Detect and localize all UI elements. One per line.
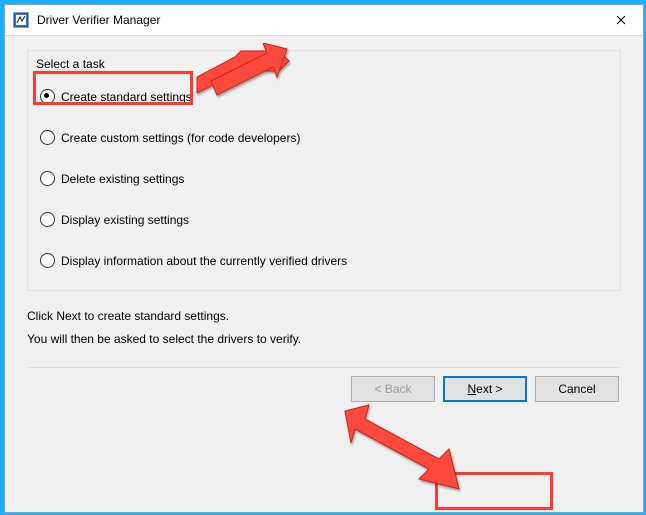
radio-label: Create custom settings (for code develop… [61, 131, 300, 145]
verifier-app-icon [13, 12, 29, 28]
info-text: Click Next to create standard settings. … [27, 305, 621, 351]
radio-label: Create standard settings [61, 90, 192, 104]
group-label: Select a task [34, 57, 107, 71]
cancel-label: Cancel [558, 382, 595, 396]
radio-label: Display information about the currently … [61, 254, 347, 268]
info-line1: Click Next to create standard settings. [27, 305, 621, 328]
button-row: < Back Next > Cancel [27, 376, 621, 402]
radio-label: Delete existing settings [61, 172, 184, 186]
dialog-body: Select a task Create standard settings C… [5, 36, 643, 512]
radio-display-info[interactable]: Display information about the currently … [40, 253, 614, 268]
task-group: Select a task Create standard settings C… [27, 50, 621, 291]
radio-icon [40, 171, 55, 186]
radio-delete-existing[interactable]: Delete existing settings [40, 171, 614, 186]
radio-icon [40, 212, 55, 227]
next-button[interactable]: Next > [443, 376, 527, 402]
radio-create-standard[interactable]: Create standard settings [40, 89, 614, 104]
close-icon [616, 15, 626, 25]
window-title: Driver Verifier Manager [37, 13, 599, 27]
radio-icon [40, 130, 55, 145]
back-button: < Back [351, 376, 435, 402]
separator [27, 367, 621, 368]
title-bar: Driver Verifier Manager [5, 5, 643, 36]
radio-create-custom[interactable]: Create custom settings (for code develop… [40, 130, 614, 145]
next-label: Next > [467, 382, 502, 396]
radio-icon [40, 89, 55, 104]
radio-display-existing[interactable]: Display existing settings [40, 212, 614, 227]
radio-icon [40, 253, 55, 268]
dialog-window: Driver Verifier Manager Select a task Cr… [4, 4, 644, 513]
radio-label: Display existing settings [61, 213, 189, 227]
back-label: < Back [374, 382, 411, 396]
cancel-button[interactable]: Cancel [535, 376, 619, 402]
close-button[interactable] [599, 5, 643, 35]
info-line2: You will then be asked to select the dri… [27, 328, 621, 351]
